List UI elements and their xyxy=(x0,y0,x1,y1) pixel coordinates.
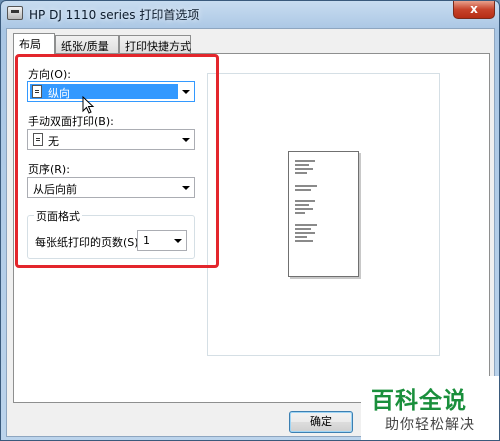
tab-print-shortcuts[interactable]: 打印快捷方式 xyxy=(119,35,191,53)
printer-icon xyxy=(7,6,23,20)
watermark-main-text: 百科全说 xyxy=(371,388,467,414)
tab-paper-quality[interactable]: 纸张/质量 xyxy=(55,35,119,53)
printing-preferences-dialog: HP DJ 1110 series 打印首选项 x 布局 纸张/质量 打印快捷方… xyxy=(0,0,500,441)
page-preview xyxy=(207,73,440,356)
ok-button[interactable]: 确定 xyxy=(289,411,353,433)
watermark-logo: 百科全说 助你轻松解决 xyxy=(361,376,499,440)
window-title: HP DJ 1110 series 打印首选项 xyxy=(29,8,200,22)
tab-layout[interactable]: 布局 xyxy=(13,33,55,54)
close-button[interactable]: x xyxy=(453,1,495,19)
title-bar[interactable]: HP DJ 1110 series 打印首选项 x xyxy=(1,1,499,27)
page-thumbnail xyxy=(288,151,359,277)
watermark-sub-text: 助你轻松解决 xyxy=(385,417,475,433)
red-highlight-box xyxy=(15,54,219,268)
mouse-cursor-icon xyxy=(82,96,95,114)
